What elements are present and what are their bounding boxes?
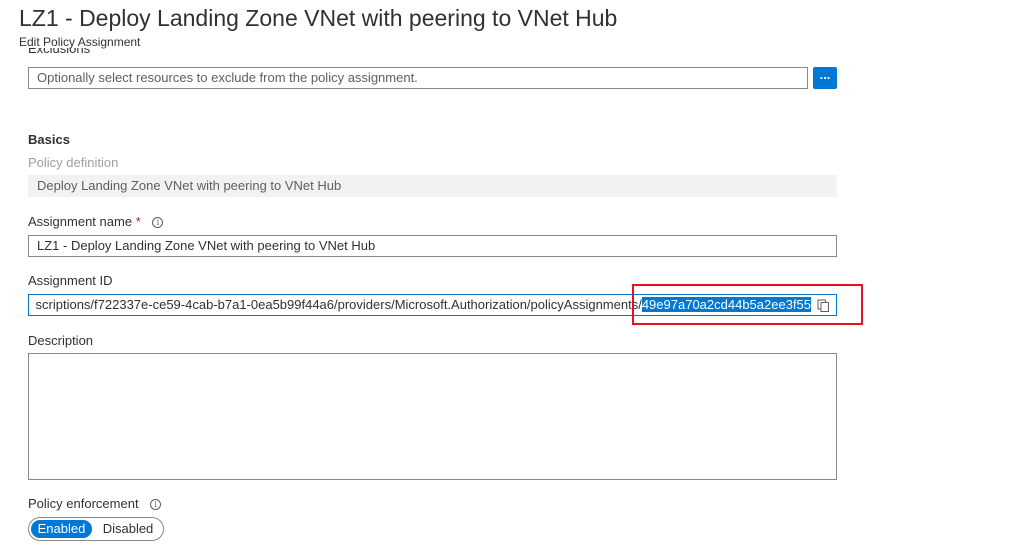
assignment-name-input[interactable]: LZ1 - Deploy Landing Zone VNet with peer… [28,235,837,257]
exclusions-browse-button[interactable]: ... [813,67,837,89]
policy-definition-field: Deploy Landing Zone VNet with peering to… [28,175,837,197]
info-icon[interactable]: i [152,217,164,228]
policy-definition-label: Policy definition [28,155,119,170]
assignment-name-label-text: Assignment name [28,214,133,229]
policy-enforcement-label: Policy enforcement i [28,496,162,512]
enforcement-enabled-option[interactable]: Enabled [31,520,92,538]
page-title: LZ1 - Deploy Landing Zone VNet with peer… [19,5,618,31]
policy-enforcement-label-text: Policy enforcement [28,496,139,511]
exclusions-input[interactable]: Optionally select resources to exclude f… [28,67,808,89]
assignment-id-prefix: scriptions/f722337e-ce59-4cab-b7a1-0ea5b… [35,297,632,312]
assignment-id-label: Assignment ID [28,273,113,288]
annotation-highlight-box [632,284,863,325]
description-textarea[interactable] [28,353,837,480]
info-icon[interactable]: i [150,499,162,510]
description-label: Description [28,333,94,348]
enforcement-disabled-option[interactable]: Disabled [96,520,160,538]
assignment-name-label: Assignment name * i [28,214,164,230]
required-marker: * [135,214,141,229]
exclusions-label: Exclusions [28,48,91,56]
policy-enforcement-toggle: Enabled Disabled [28,517,164,541]
basics-heading: Basics [28,132,70,147]
page-subtitle: Edit Policy Assignment [19,35,141,49]
